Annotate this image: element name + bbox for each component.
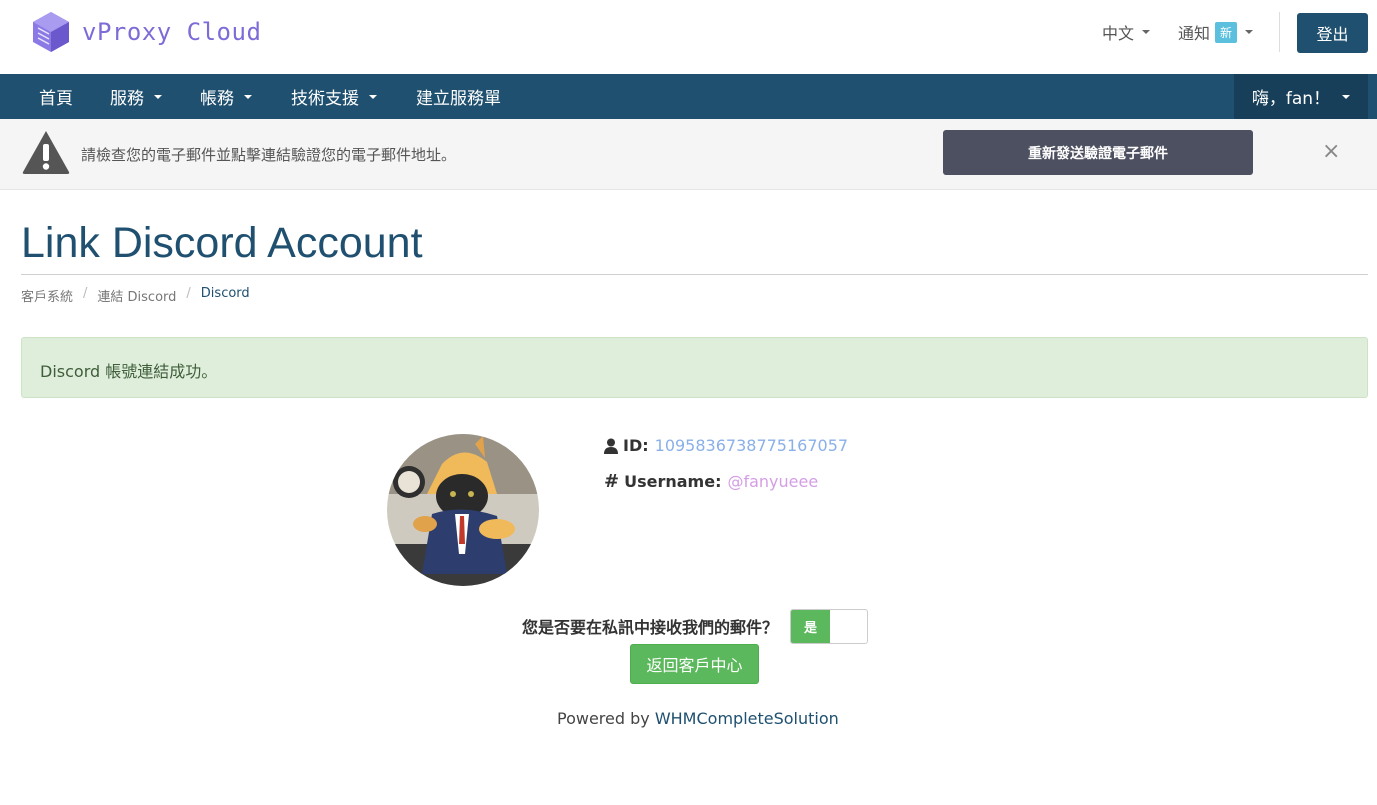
header-divider: [1279, 12, 1280, 52]
discord-avatar: [387, 434, 539, 586]
logo-text: vProxy Cloud: [82, 18, 262, 46]
language-label: 中文: [1102, 24, 1135, 43]
chevron-down-icon: [1142, 30, 1151, 34]
success-alert-text: Discord 帳號連結成功。: [40, 362, 218, 381]
breadcrumb-item-link-discord[interactable]: 連結 Discord: [97, 286, 176, 305]
chevron-down-icon: [1342, 94, 1351, 99]
nav-item-open-ticket[interactable]: 建立服務單: [416, 74, 501, 119]
nav-item-services[interactable]: 服務: [110, 74, 162, 119]
return-client-area-button[interactable]: 返回客戶中心: [630, 644, 759, 684]
success-alert: Discord 帳號連結成功。: [21, 337, 1368, 398]
site-logo[interactable]: vProxy Cloud: [30, 10, 261, 54]
discord-username-value: @fanyueee: [727, 472, 819, 491]
whmcs-link[interactable]: WHMCompleteSolution: [655, 709, 839, 728]
cube-logo-icon: [33, 12, 69, 52]
warning-icon: [22, 131, 70, 174]
powered-by-prefix: Powered by: [557, 709, 650, 728]
title-divider: [21, 274, 1368, 275]
dm-preference-toggle[interactable]: 是: [790, 609, 868, 644]
user-icon: [604, 438, 618, 454]
discord-id-value: 1095836738775167057: [654, 436, 849, 455]
dm-preference-question: 您是否要在私訊中接收我們的郵件？: [522, 618, 779, 637]
breadcrumb-item-client-area[interactable]: 客戶系統: [21, 286, 73, 305]
discord-username-label: Username:: [624, 472, 722, 491]
discord-username-row: # Username: @fanyueee: [604, 471, 818, 492]
breadcrumb-separator: /: [186, 286, 191, 301]
chevron-down-icon: [244, 94, 252, 99]
resend-verification-button[interactable]: 重新發送驗證電子郵件: [943, 130, 1253, 175]
avatar-image: [387, 434, 539, 586]
page-title: Link Discord Account: [21, 219, 423, 267]
nav-item-label: 服務: [110, 89, 144, 109]
nav-item-label: 技術支援: [291, 89, 359, 109]
notifications-label: 通知: [1178, 24, 1211, 43]
language-dropdown[interactable]: 中文: [1102, 20, 1151, 44]
hashtag-icon: #: [604, 471, 620, 492]
powered-by-footer: Powered by WHMCompleteSolution: [557, 709, 839, 728]
chevron-down-icon: [1245, 30, 1254, 34]
email-verification-bar: 請檢查您的電子郵件並點擊連結驗證您的電子郵件地址。 重新發送驗證電子郵件 ×: [0, 119, 1377, 190]
nav-item-label: 首頁: [39, 89, 73, 109]
notifications-badge: 新: [1215, 21, 1238, 43]
discord-id-row: ID: 1095836738775167057: [604, 436, 848, 455]
notifications-dropdown[interactable]: 通知 新: [1178, 20, 1254, 44]
nav-item-support[interactable]: 技術支援: [291, 74, 377, 119]
nav-item-label: 帳務: [200, 89, 234, 109]
user-greeting: 嗨，fan！: [1251, 89, 1331, 109]
chevron-down-icon: [369, 94, 377, 99]
verification-message: 請檢查您的電子郵件並點擊連結驗證您的電子郵件地址。: [81, 146, 457, 164]
close-icon[interactable]: ×: [1322, 141, 1340, 163]
discord-id-label: ID:: [623, 436, 649, 455]
logout-button[interactable]: 登出: [1297, 13, 1368, 53]
top-header: vProxy Cloud 中文 通知 新 登出: [0, 0, 1377, 74]
breadcrumb: 客戶系統 / 連結 Discord / Discord: [21, 286, 250, 305]
nav-item-home[interactable]: 首頁: [39, 74, 73, 119]
nav-item-label: 建立服務單: [416, 89, 501, 109]
user-menu-dropdown[interactable]: 嗨，fan！: [1234, 74, 1368, 119]
breadcrumb-item-discord: Discord: [200, 286, 250, 301]
nav-item-billing[interactable]: 帳務: [200, 74, 252, 119]
chevron-down-icon: [154, 94, 162, 99]
breadcrumb-separator: /: [83, 286, 88, 301]
toggle-on-label: 是: [791, 610, 830, 643]
main-nav: 首頁 服務 帳務 技術支援 建立服務單 嗨，fan！: [0, 74, 1377, 119]
